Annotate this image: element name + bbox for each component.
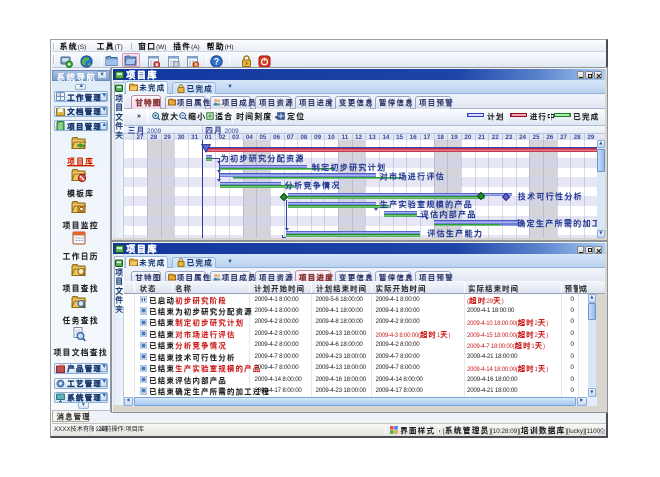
svg-text:?: ? — [213, 56, 219, 66]
